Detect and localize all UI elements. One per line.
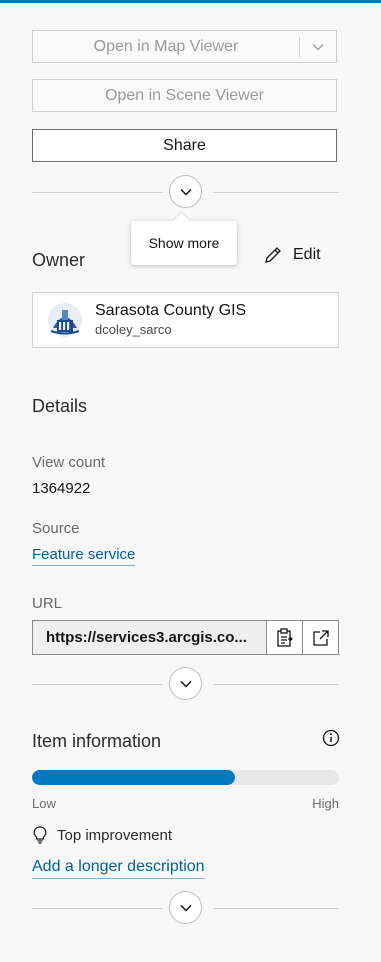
owner-name: Sarasota County GIS: [95, 302, 247, 319]
chevron-down-icon: [179, 188, 192, 196]
low-label: Low: [32, 796, 56, 811]
top-accent-bar: [0, 0, 381, 3]
edit-label: Edit: [293, 246, 321, 263]
open-in-map-viewer-button[interactable]: Open in Map Viewer: [33, 38, 299, 56]
owner-username: dcoley_sarco: [95, 322, 172, 337]
url-value[interactable]: https://services3.arcgis.co...: [33, 621, 267, 654]
map-viewer-dropdown-button[interactable]: [300, 43, 336, 51]
expand-item-information-button[interactable]: [169, 891, 202, 924]
chevron-down-icon: [179, 680, 192, 688]
details-divider: [32, 667, 339, 700]
copy-url-button[interactable]: [267, 621, 302, 654]
clipboard-icon: [276, 627, 293, 647]
avatar: [48, 303, 82, 337]
item-information-score-bar: [32, 770, 339, 785]
expand-details-button[interactable]: [169, 667, 202, 700]
url-label: URL: [32, 595, 63, 612]
source-link[interactable]: Feature service: [32, 546, 136, 566]
external-link-icon: [312, 629, 329, 646]
chevron-down-icon: [312, 43, 324, 50]
owner-heading: Owner: [32, 250, 86, 270]
open-in-map-viewer-split-button: Open in Map Viewer: [32, 30, 337, 63]
score-bar-fill: [32, 770, 235, 785]
share-button[interactable]: Share: [32, 129, 337, 162]
view-count-label: View count: [32, 454, 106, 471]
edit-owner-button[interactable]: Edit: [263, 245, 321, 265]
high-label: High: [312, 796, 339, 811]
show-more-tooltip: Show more: [131, 221, 237, 265]
chevron-down-icon: [179, 904, 192, 912]
item-information-heading: Item information: [32, 731, 162, 751]
view-count-value: 1364922: [32, 480, 91, 497]
open-in-scene-viewer-button[interactable]: Open in Scene Viewer: [32, 79, 337, 112]
lightbulb-icon: [33, 826, 47, 844]
tooltip-text: Show more: [148, 235, 220, 251]
top-improvement-label: Top improvement: [57, 826, 173, 844]
pencil-icon: [265, 247, 281, 263]
item-information-divider: [32, 891, 339, 924]
info-icon[interactable]: [322, 729, 340, 747]
add-longer-description-link[interactable]: Add a longer description: [32, 858, 205, 879]
details-heading: Details: [32, 396, 88, 416]
source-label: Source: [32, 520, 80, 537]
show-more-divider: [32, 175, 339, 208]
url-field: https://services3.arcgis.co...: [32, 620, 339, 655]
open-url-button[interactable]: [302, 621, 338, 654]
top-improvement: Top improvement: [33, 826, 172, 844]
show-more-button[interactable]: [169, 175, 202, 208]
owner-card[interactable]: Sarasota County GIS dcoley_sarco: [32, 292, 339, 348]
